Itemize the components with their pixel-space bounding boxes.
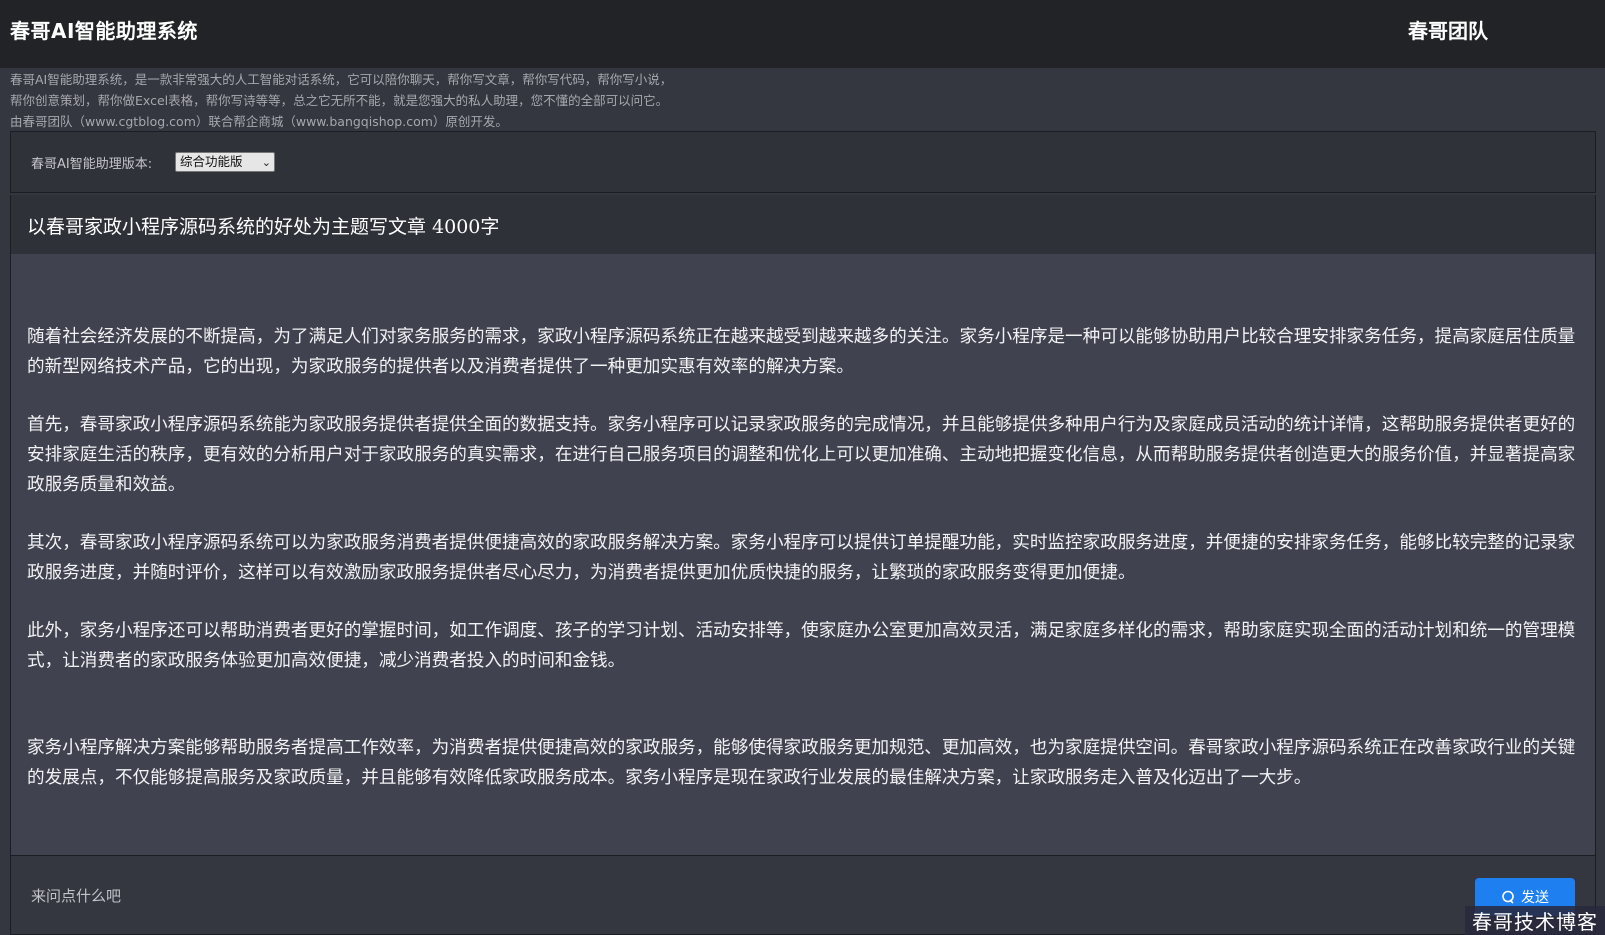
top-bar: 春哥AI智能助理系统 春哥团队	[0, 0, 1605, 68]
version-select[interactable]: 综合功能版 ⌄	[175, 152, 275, 172]
watermark: 春哥技术博客	[1465, 906, 1605, 935]
input-bar: 发送	[10, 855, 1596, 935]
answer-paragraph: 其次，春哥家政小程序源码系统可以为家政服务消费者提供便捷高效的家政服务解决方案。…	[27, 533, 1576, 583]
question-bar: 以春哥家政小程序源码系统的好处为主题写文章 4000字	[10, 195, 1596, 254]
answer-paragraph: 此外，家务小程序还可以帮助消费者更好的掌握时间，如工作调度、孩子的学习计划、活动…	[27, 621, 1576, 671]
send-icon	[1502, 890, 1514, 904]
intro-text: 春哥AI智能助理系统，是一款非常强大的人工智能对话系统，它可以陪你聊天，帮你写文…	[10, 69, 910, 132]
answer-panel: 随着社会经济发展的不断提高，为了满足人们对家务服务的需求，家政小程序源码系统正在…	[10, 254, 1596, 855]
version-label: 春哥AI智能助理版本:	[31, 157, 153, 172]
version-bar: 春哥AI智能助理版本: 综合功能版 ⌄	[10, 131, 1596, 193]
intro-line: 由春哥团队（www.cgtblog.com）联合帮企商城（www.bangqis…	[10, 114, 508, 129]
send-label: 发送	[1521, 890, 1549, 906]
chevron-down-icon: ⌄	[261, 156, 271, 169]
version-select-value: 综合功能版	[180, 154, 243, 169]
team-name[interactable]: 春哥团队	[1408, 15, 1488, 44]
question-text: 以春哥家政小程序源码系统的好处为主题写文章 4000字	[27, 216, 500, 238]
question-input[interactable]	[31, 881, 1411, 911]
answer-paragraph: 家务小程序解决方案能够帮助服务者提高工作效率，为消费者提供便捷高效的家政服务，能…	[27, 738, 1576, 788]
intro-line: 春哥AI智能助理系统，是一款非常强大的人工智能对话系统，它可以陪你聊天，帮你写文…	[10, 72, 673, 87]
answer-paragraph: 随着社会经济发展的不断提高，为了满足人们对家务服务的需求，家政小程序源码系统正在…	[27, 327, 1576, 377]
intro-line: 帮你创意策划，帮你做Excel表格，帮你写诗等等，总之它无所不能，就是您强大的私…	[10, 93, 669, 108]
app-title: 春哥AI智能助理系统	[10, 19, 198, 43]
answer-paragraph: 首先，春哥家政小程序源码系统能为家政服务提供者提供全面的数据支持。家务小程序可以…	[27, 415, 1576, 495]
